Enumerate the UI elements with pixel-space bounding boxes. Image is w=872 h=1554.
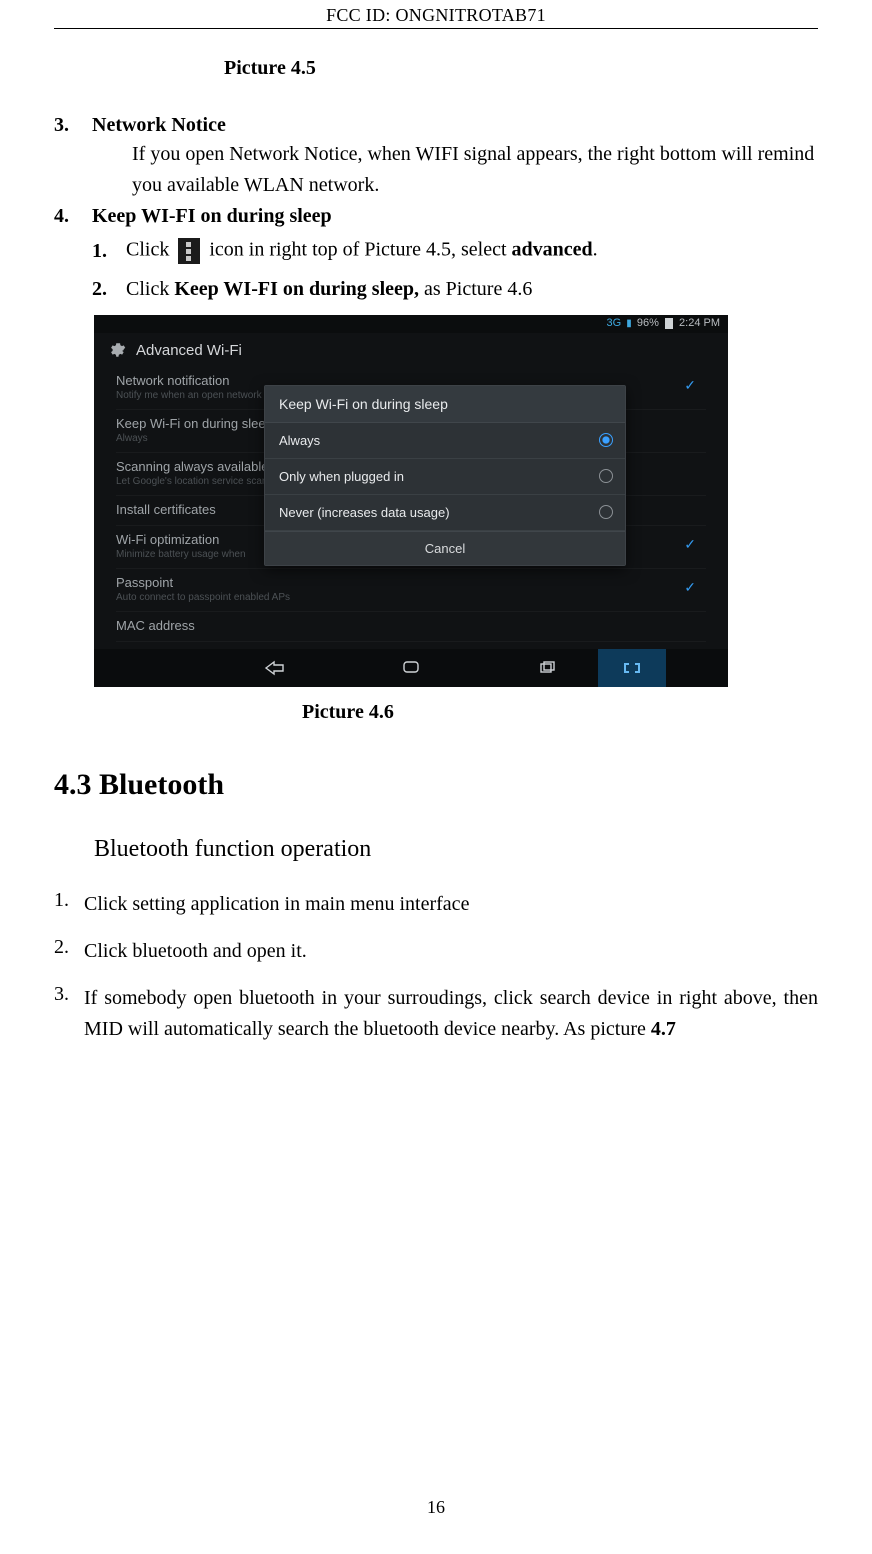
list-heading: Keep WI-FI on during sleep	[92, 205, 332, 228]
text-bold: advanced	[512, 239, 593, 261]
list-number: 2.	[54, 936, 84, 967]
gear-icon	[108, 341, 126, 359]
section-subheading-bt-operation: Bluetooth function operation	[94, 836, 818, 863]
caption-picture-4-6: Picture 4.6	[302, 701, 818, 724]
embedded-screenshot-wifi-settings: 3G ▮ 96% 2:24 PM Advanced Wi-Fi Network …	[94, 315, 728, 687]
text-bold: 4.7	[651, 1018, 676, 1040]
text-fragment: Click	[126, 278, 174, 300]
status-time: 2:24 PM	[679, 317, 720, 329]
check-icon: ✓	[684, 579, 696, 596]
bluetooth-steps-list: 1. Click setting application in main men…	[54, 889, 818, 1045]
sub-list: 1. Click icon in right top of Picture 4.…	[92, 238, 818, 301]
menu-dots-icon	[178, 238, 200, 264]
list-number: 2.	[92, 278, 126, 301]
list-number: 1.	[54, 889, 84, 920]
page-header-fcc-id: FCC ID: ONGNITROTAB71	[54, 0, 818, 28]
status-bar: 3G ▮ 96% 2:24 PM	[94, 315, 728, 333]
text-bold: Keep WI-FI on during sleep,	[174, 278, 419, 300]
screen-title-bar: Advanced Wi-Fi	[94, 333, 728, 367]
document-page: FCC ID: ONGNITROTAB71 Picture 4.5 3. Net…	[0, 0, 872, 1554]
sub-list-item-1: 1. Click icon in right top of Picture 4.…	[92, 238, 818, 264]
bt-step-1: 1. Click setting application in main men…	[54, 889, 818, 920]
step-text: If somebody open bluetooth in your surro…	[84, 983, 818, 1045]
radio-icon	[599, 505, 613, 519]
nav-bar	[94, 649, 728, 687]
text-fragment: icon in right top of Picture 4.5, select	[209, 239, 511, 261]
nav-screenshot-button[interactable]	[598, 649, 666, 687]
text-fragment: as Picture 4.6	[424, 278, 532, 300]
list-number: 4.	[54, 205, 92, 228]
screen-title: Advanced Wi-Fi	[136, 342, 242, 359]
sub-list-item-2: 2. Click Keep WI-FI on during sleep, as …	[92, 278, 818, 301]
text-fragment: .	[593, 239, 598, 261]
option-label: Always	[279, 433, 320, 448]
list-item-3-body: If you open Network Notice, when WIFI si…	[132, 139, 818, 201]
setting-passpoint[interactable]: Passpoint Auto connect to passpoint enab…	[116, 569, 706, 612]
list-number: 3.	[54, 114, 92, 137]
caption-picture-4-5: Picture 4.5	[224, 57, 818, 80]
dialog-title: Keep Wi-Fi on during sleep	[265, 386, 625, 423]
list-item-3: 3. Network Notice	[54, 114, 818, 137]
sub-list-text: Click icon in right top of Picture 4.5, …	[126, 238, 598, 264]
step-text: Click setting application in main menu i…	[84, 889, 818, 920]
check-icon: ✓	[684, 536, 696, 553]
radio-icon	[599, 469, 613, 483]
dialog-option-plugged-in[interactable]: Only when plugged in	[265, 459, 625, 495]
text-fragment: If somebody open bluetooth in your surro…	[84, 987, 818, 1040]
setting-mac-address[interactable]: MAC address	[116, 612, 706, 642]
text-fragment: Click	[126, 239, 174, 261]
sub-list-text: Click Keep WI-FI on during sleep, as Pic…	[126, 278, 532, 301]
list-item-4: 4. Keep WI-FI on during sleep	[54, 205, 818, 228]
bt-step-3: 3. If somebody open bluetooth in your su…	[54, 983, 818, 1045]
status-signal: 3G	[607, 317, 622, 329]
dialog-cancel-button[interactable]: Cancel	[265, 531, 625, 565]
main-list: 3. Network Notice If you open Network No…	[54, 114, 818, 301]
battery-icon	[665, 318, 673, 329]
header-divider	[54, 28, 818, 29]
option-label: Only when plugged in	[279, 469, 404, 484]
page-number: 16	[0, 1497, 872, 1518]
list-number: 1.	[92, 240, 126, 263]
nav-home-button[interactable]	[393, 657, 429, 679]
list-number: 3.	[54, 983, 84, 1045]
step-text: Click bluetooth and open it.	[84, 936, 818, 967]
status-battery-pct: 96%	[637, 317, 659, 329]
bt-step-2: 2. Click bluetooth and open it.	[54, 936, 818, 967]
signal-icon: ▮	[626, 318, 632, 329]
setting-title: Passpoint	[116, 575, 706, 590]
dialog-option-always[interactable]: Always	[265, 423, 625, 459]
setting-title: MAC address	[116, 618, 706, 633]
list-heading: Network Notice	[92, 114, 226, 137]
setting-subtitle: Auto connect to passpoint enabled APs	[116, 592, 706, 603]
dialog-keep-wifi-sleep: Keep Wi-Fi on during sleep Always Only w…	[264, 385, 626, 566]
option-label: Never (increases data usage)	[279, 505, 450, 520]
nav-back-button[interactable]	[257, 657, 293, 679]
section-heading-4-3: 4.3 Bluetooth	[54, 768, 818, 802]
dialog-option-never[interactable]: Never (increases data usage)	[265, 495, 625, 531]
check-icon: ✓	[684, 377, 696, 394]
nav-recent-button[interactable]	[529, 657, 565, 679]
radio-selected-icon	[599, 433, 613, 447]
